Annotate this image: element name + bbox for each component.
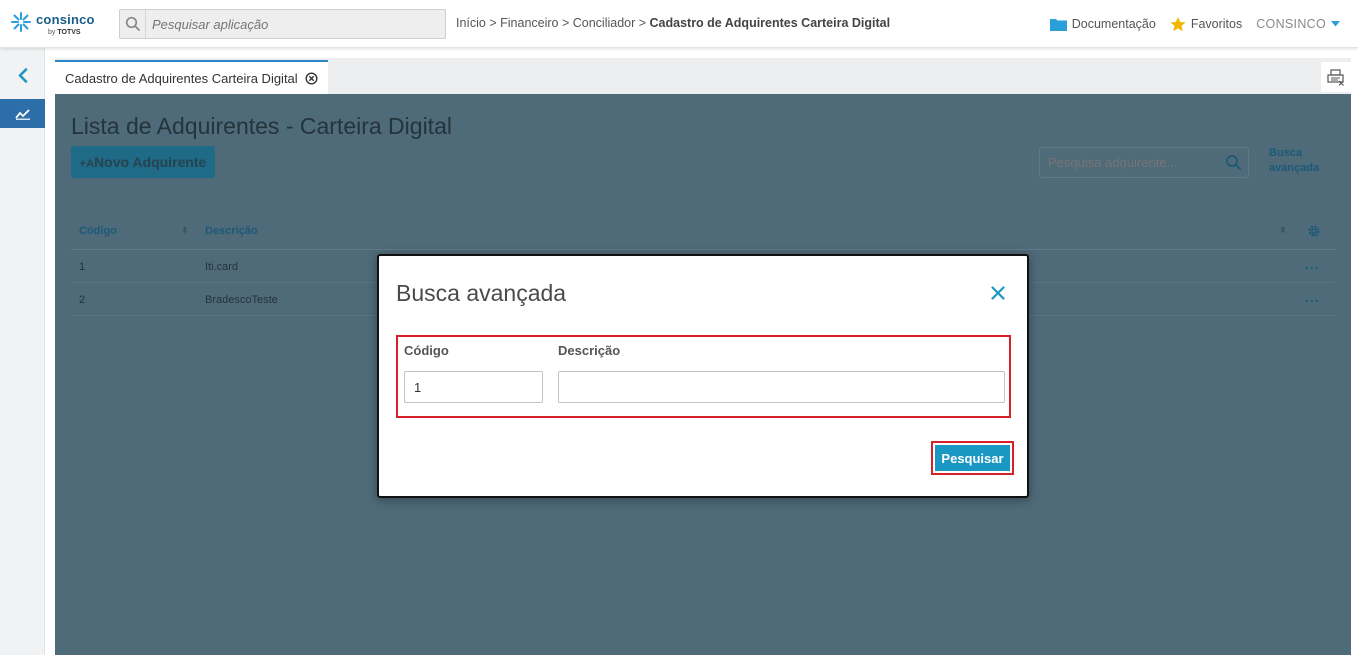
collapse-menu-button[interactable] [0,62,45,88]
modal-close-button[interactable] [985,280,1011,306]
search-icon[interactable] [1225,154,1242,171]
sort-icon[interactable]: ⬍ [181,225,189,236]
cell-codigo: 2 [79,294,86,306]
advanced-search-link-line2: avançada [1269,162,1320,174]
print-icon [1327,68,1344,86]
tab-label: Cadastro de Adquirentes Carteira Digital [65,70,298,86]
descricao-label: Descrição [558,343,621,358]
breadcrumb-path[interactable]: Início > Financeiro > Conciliador > [456,16,650,30]
close-icon [991,286,1005,300]
logo-star-icon [11,12,31,32]
new-adquirente-icon: +A [79,158,95,170]
caret-down-icon [1331,21,1340,27]
top-bar: consinco by TOTVS Início > Financeiro > … [0,0,1358,48]
chevron-left-icon [18,67,27,83]
search-button-highlight: Pesquisar [931,441,1014,475]
column-descricao[interactable]: Descrição [205,225,258,237]
star-icon [1170,16,1186,31]
tab-cadastro-adquirentes[interactable]: Cadastro de Adquirentes Carteira Digital [55,60,328,94]
codigo-label: Código [404,343,449,358]
brand-logo[interactable]: consinco by TOTVS [10,9,105,41]
row-actions-menu[interactable]: ... [1305,256,1320,272]
advanced-search-modal: Busca avançada Código Descrição Pesquisa… [377,254,1029,498]
left-rail [0,48,45,655]
app-search [119,9,446,39]
favorites-link[interactable]: Favoritos [1170,16,1243,32]
user-menu[interactable]: CONSINCO [1256,17,1340,31]
brand-sub: by TOTVS [48,29,81,36]
gear-icon[interactable] [1307,224,1321,238]
brand-name: consinco [36,12,95,27]
table-header: Código ⬍ Descrição ⬍ [71,212,1335,250]
cell-descricao: Iti.card [205,261,239,273]
advanced-search-link-line1: Busca [1269,147,1303,159]
user-name: CONSINCO [1256,17,1326,31]
close-circle-icon[interactable] [305,71,318,85]
rail-item-financeiro[interactable] [0,99,45,128]
print-button[interactable] [1321,62,1351,92]
adquirente-search [1039,147,1249,178]
documentation-link[interactable]: Documentação [1049,17,1156,31]
brand-sub-name: TOTVS [57,29,81,36]
search-icon[interactable] [120,10,146,38]
new-adquirente-button[interactable]: +ANovo Adquirente [71,146,215,178]
search-fields-group: Código Descrição [396,335,1011,418]
favorites-label: Favoritos [1190,17,1243,31]
pesquisar-button[interactable]: Pesquisar [935,445,1010,471]
adquirente-search-input[interactable] [1040,148,1220,177]
sort-icon[interactable]: ⬍ [1279,225,1287,236]
app-search-input[interactable] [147,10,445,38]
chart-icon [14,108,30,120]
documentation-label: Documentação [1071,17,1156,31]
breadcrumb: Início > Financeiro > Conciliador > Cada… [456,16,890,30]
cell-descricao: BradescoTeste [205,294,278,306]
folder-icon [1049,19,1067,31]
header-actions: Documentação Favoritos CONSINCO [1036,14,1340,34]
page-title: Lista de Adquirentes - Carteira Digital [71,113,452,139]
codigo-input[interactable] [404,371,543,403]
tab-strip: Cadastro de Adquirentes Carteira Digital [55,58,1351,94]
breadcrumb-current: Cadastro de Adquirentes Carteira Digital [649,16,891,30]
column-codigo[interactable]: Código [79,225,117,237]
descricao-input[interactable] [558,371,1005,403]
brand-sub-prefix: by [48,29,56,36]
modal-title: Busca avançada [396,280,567,306]
row-actions-menu[interactable]: ... [1305,289,1320,305]
new-adquirente-label: Novo Adquirente [94,154,207,170]
advanced-search-link[interactable]: Busca avançada [1269,146,1329,176]
cell-codigo: 1 [79,261,86,273]
